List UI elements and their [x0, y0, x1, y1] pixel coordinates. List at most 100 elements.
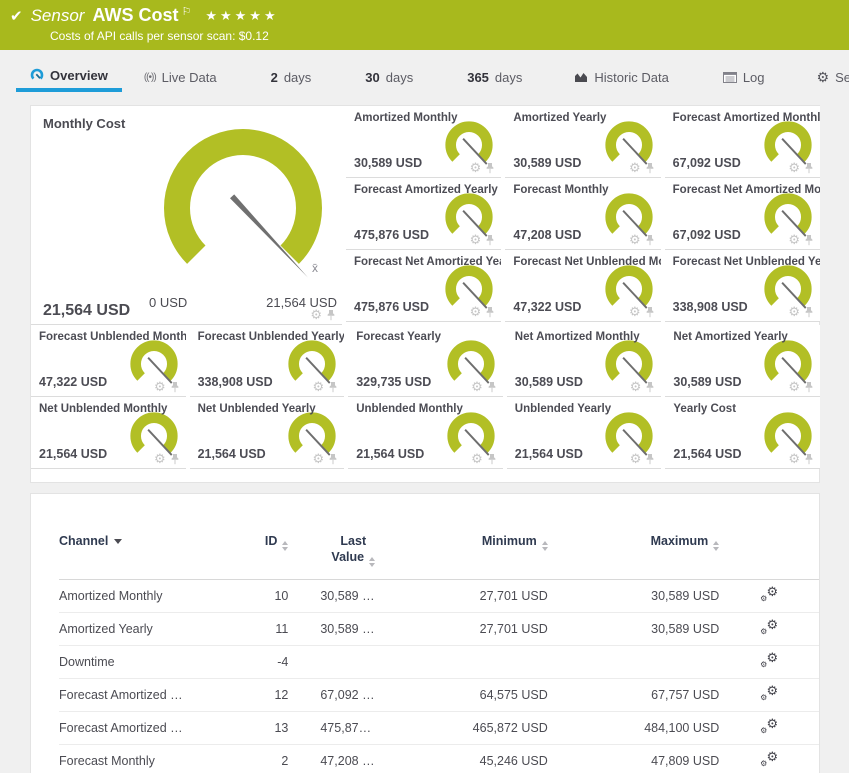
priority-stars[interactable]: ★★★★★ [205, 8, 278, 24]
gear-icon[interactable]: ⚙ [630, 380, 642, 393]
channel-settings-icon[interactable]: ⚙ ⚙ [760, 584, 778, 603]
pin-icon[interactable] [328, 453, 338, 465]
gear-icon[interactable]: ⚙ [788, 305, 800, 318]
channel-settings-icon[interactable]: ⚙ ⚙ [760, 716, 778, 735]
pin-icon[interactable] [804, 162, 814, 174]
pin-icon[interactable] [804, 453, 814, 465]
channel-gauge-cell[interactable]: Unblended Yearly 21,564 USD ⚙ [506, 397, 662, 469]
pin-icon[interactable] [645, 234, 655, 246]
primary-channel-gauge-cell[interactable]: Monthly Cost 0 USD 21,564 USD x̄ 21,564 … [31, 106, 342, 325]
channel-gauge-cell[interactable]: Forecast Yearly 329,735 USD ⚙ [348, 325, 503, 397]
channel-gauge-cell[interactable]: Forecast Net Unblended Yearly 338,908 US… [664, 250, 820, 322]
column-header-minimum[interactable]: Minimum [398, 534, 548, 551]
tab-365-days-label: days [494, 69, 523, 85]
channel-gauge-title: Forecast Monthly [513, 184, 609, 196]
column-header-channel[interactable]: Channel [59, 534, 229, 548]
channel-id-cell: 13 [274, 720, 289, 735]
gear-icon[interactable]: ⚙ [629, 161, 641, 174]
gear-icon[interactable]: ⚙ [629, 233, 641, 246]
pin-icon[interactable] [804, 381, 814, 393]
gear-icon[interactable]: ⚙ [788, 452, 800, 465]
gear-icon[interactable]: ⚙ [470, 161, 482, 174]
column-header-last-value[interactable]: Last Value [288, 534, 398, 567]
table-row[interactable]: Forecast Monthly 2 47,208 … 45,246 USD 4… [59, 745, 819, 773]
gear-icon[interactable]: ⚙ [471, 380, 483, 393]
channel-minimum-cell: 465,872 USD [472, 720, 548, 735]
pin-icon[interactable] [485, 234, 495, 246]
pin-icon[interactable] [645, 306, 655, 318]
tab-settings[interactable]: ⚙ Settings [803, 62, 849, 92]
channel-settings-icon[interactable]: ⚙ ⚙ [760, 650, 778, 669]
pin-icon[interactable] [645, 453, 655, 465]
channel-gauge-value: 21,564 USD [356, 447, 425, 461]
channel-settings-icon[interactable]: ⚙ ⚙ [760, 617, 778, 636]
gear-icon[interactable]: ⚙ [313, 452, 325, 465]
tab-2-days-number: 2 [270, 69, 278, 85]
channel-maximum-cell: 30,589 USD [651, 621, 720, 636]
gear-icon[interactable]: ⚙ [788, 233, 800, 246]
tab-30-days[interactable]: 30 days [351, 62, 427, 92]
gear-icon[interactable]: ⚙ [629, 305, 641, 318]
channel-gauge-cell[interactable]: Net Unblended Monthly 21,564 USD ⚙ [31, 397, 186, 469]
channel-gauge-cell[interactable]: Forecast Amortized Yearly 475,876 USD ⚙ [346, 178, 502, 250]
channel-gauge-cell[interactable]: Forecast Net Unblended Mon… 47,322 USD ⚙ [505, 250, 661, 322]
channel-gauge-cell[interactable]: Net Amortized Yearly 30,589 USD ⚙ [665, 325, 820, 397]
column-header-maximum[interactable]: Maximum [548, 534, 720, 551]
table-row[interactable]: Downtime -4 ⚙ ⚙ [59, 646, 819, 679]
gear-icon[interactable]: ⚙ [313, 380, 325, 393]
gear-icon[interactable]: ⚙ [154, 452, 166, 465]
channel-gauge-cell[interactable]: Yearly Cost 21,564 USD ⚙ [665, 397, 820, 469]
gear-icon[interactable]: ⚙ [788, 380, 800, 393]
channel-gauge-cell[interactable]: Forecast Unblended Monthly 47,322 USD ⚙ [31, 325, 186, 397]
flag-icon[interactable]: ⚐ [181, 5, 191, 18]
gear-icon[interactable]: ⚙ [310, 308, 322, 321]
gear-icon[interactable]: ⚙ [471, 452, 483, 465]
tab-2-days[interactable]: 2 days [257, 62, 326, 92]
gear-icon[interactable]: ⚙ [154, 380, 166, 393]
pin-icon[interactable] [804, 306, 814, 318]
pin-icon[interactable] [487, 381, 497, 393]
pin-icon[interactable] [170, 381, 180, 393]
pin-icon[interactable] [645, 162, 655, 174]
gear-icon[interactable]: ⚙ [470, 233, 482, 246]
pin-icon[interactable] [485, 162, 495, 174]
channel-gauge-cell[interactable]: Amortized Monthly 30,589 USD ⚙ [346, 106, 502, 178]
channel-gauge-cell[interactable]: Unblended Monthly 21,564 USD ⚙ [348, 397, 503, 469]
pin-icon[interactable] [170, 453, 180, 465]
pin-icon[interactable] [645, 381, 655, 393]
table-row[interactable]: Forecast Amortized … 13 475,87… 465,872 … [59, 712, 819, 745]
primary-channel-title: Monthly Cost [43, 116, 126, 131]
channel-settings-icon[interactable]: ⚙ ⚙ [760, 683, 778, 702]
channel-gauge-cell[interactable]: Net Unblended Yearly 21,564 USD ⚙ [189, 397, 345, 469]
status-ok-icon: ✔ [10, 7, 23, 25]
tab-historic-data[interactable]: Historic Data [560, 62, 682, 92]
channel-gauge-cell[interactable]: Amortized Yearly 30,589 USD ⚙ [505, 106, 661, 178]
tab-overview[interactable]: Overview [16, 62, 122, 92]
table-row[interactable]: Amortized Monthly 10 30,589 … 27,701 USD… [59, 580, 819, 613]
channel-gauge-title: Forecast Amortized Yearly [354, 184, 498, 196]
channel-gauge-cell[interactable]: Forecast Amortized Monthly 67,092 USD ⚙ [664, 106, 820, 178]
channel-gauge-cell[interactable]: Net Amortized Monthly 30,589 USD ⚙ [506, 325, 662, 397]
primary-channel-value: 21,564 USD [43, 302, 131, 319]
tab-live-data[interactable]: ((•)) Live Data [130, 62, 231, 92]
pin-icon[interactable] [485, 306, 495, 318]
channel-gauge-cell[interactable]: Forecast Unblended Yearly 338,908 USD ⚙ [189, 325, 345, 397]
channel-settings-icon[interactable]: ⚙ ⚙ [760, 749, 778, 768]
tab-log[interactable]: Log [709, 62, 779, 92]
channel-gauge-cell[interactable]: Forecast Monthly 47,208 USD ⚙ [505, 178, 661, 250]
table-row[interactable]: Forecast Amortized … 12 67,092 … 64,575 … [59, 679, 819, 712]
gear-icon[interactable]: ⚙ [470, 305, 482, 318]
channel-gauge-value: 30,589 USD [514, 375, 583, 389]
table-row[interactable]: Amortized Yearly 11 30,589 … 27,701 USD … [59, 613, 819, 646]
gear-icon[interactable]: ⚙ [788, 161, 800, 174]
channel-gauge-cell[interactable]: Forecast Net Amortized Mont… 67,092 USD … [664, 178, 820, 250]
column-header-id[interactable]: ID [229, 534, 289, 551]
pin-icon[interactable] [328, 381, 338, 393]
tab-365-days[interactable]: 365 days [453, 62, 536, 92]
channel-maximum-cell: 67,757 USD [651, 687, 720, 702]
channel-gauge-cell[interactable]: Forecast Net Amortized Yearly 475,876 US… [346, 250, 502, 322]
pin-icon[interactable] [804, 234, 814, 246]
pin-icon[interactable] [326, 309, 336, 321]
pin-icon[interactable] [487, 453, 497, 465]
gear-icon[interactable]: ⚙ [630, 452, 642, 465]
